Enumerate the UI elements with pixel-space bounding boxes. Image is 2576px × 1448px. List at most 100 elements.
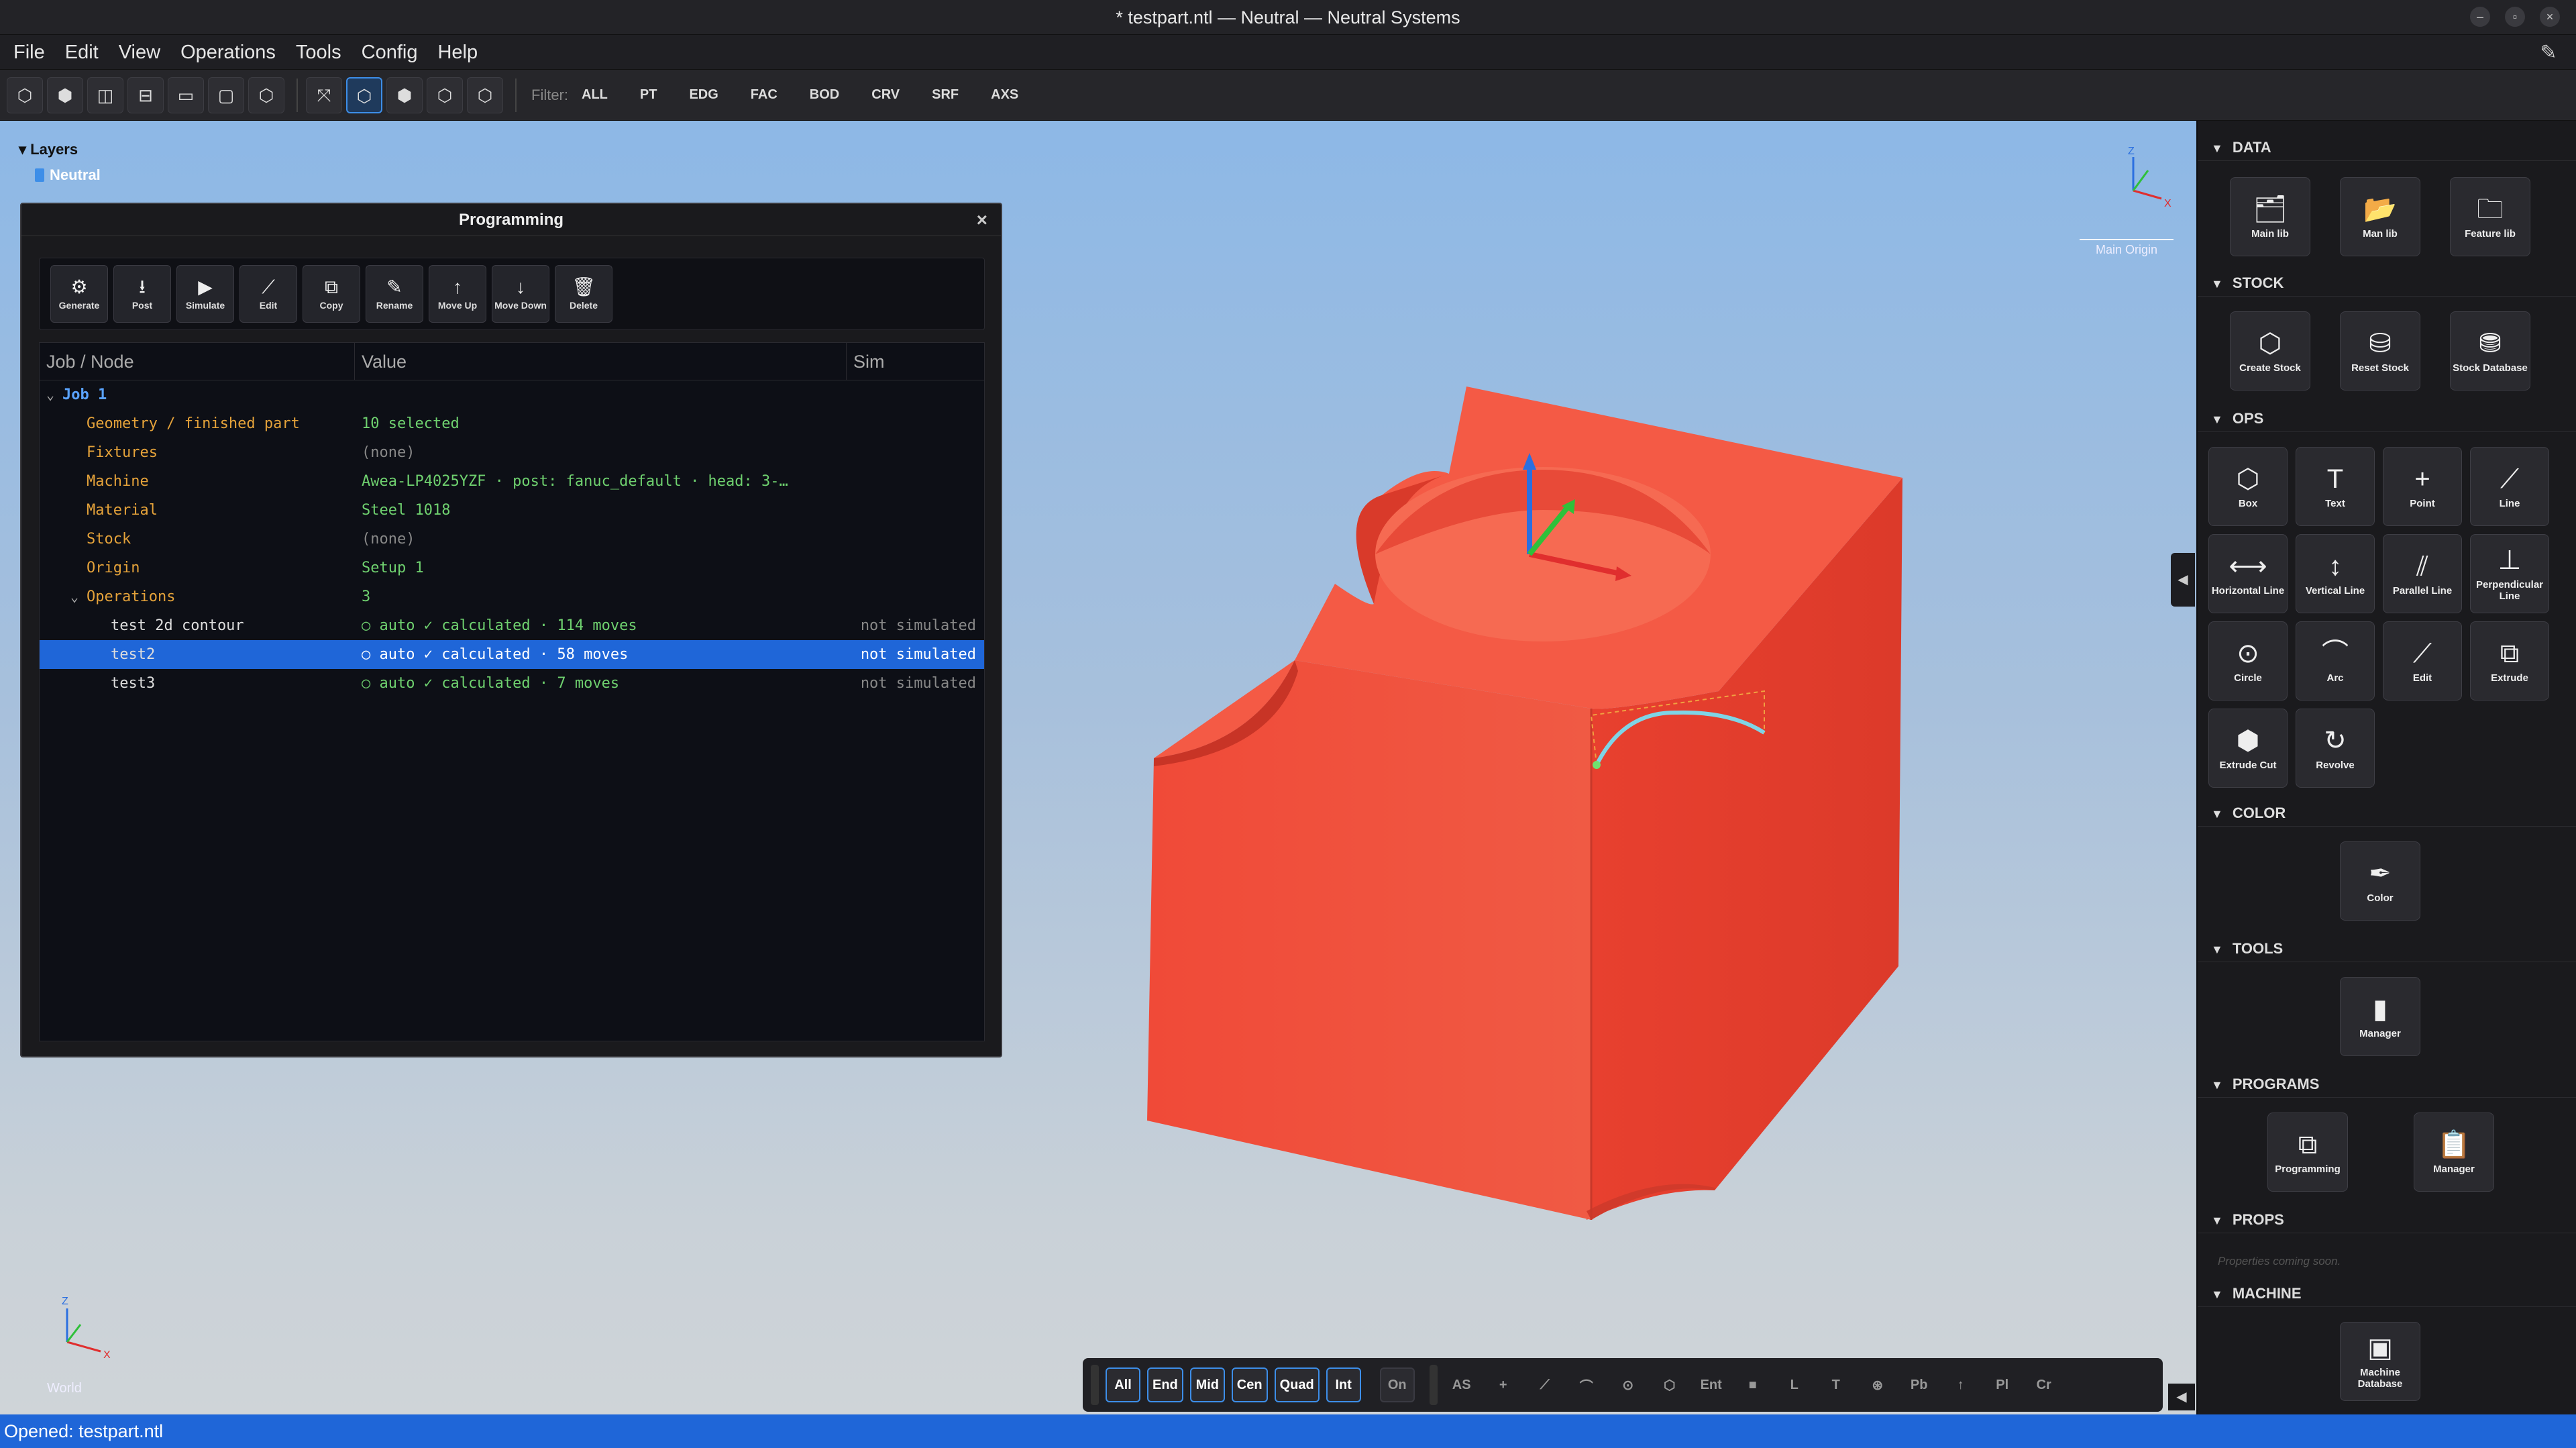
parallel-line-button[interactable]: ⫽ Parallel Line <box>2383 534 2462 613</box>
property-row[interactable]: Stock (none) <box>40 525 984 554</box>
column-value[interactable]: Value <box>355 342 847 380</box>
section-header-data[interactable]: ▼ DATA <box>2198 134 2576 161</box>
view-triad-icon[interactable]: Z X <box>2113 144 2180 217</box>
column-sim[interactable]: Sim <box>847 343 885 380</box>
maximize-button[interactable]: ▫ <box>2505 7 2525 27</box>
edit-button[interactable]: ⟋ Edit <box>239 265 297 323</box>
wire-icon[interactable]: ⬢ <box>386 76 423 113</box>
property-row[interactable]: Origin Setup 1 <box>40 554 984 582</box>
text-button[interactable]: T Text <box>2296 447 2375 526</box>
chevron-down-icon[interactable]: ⌄ <box>70 588 87 605</box>
section-header-stock[interactable]: ▼ STOCK <box>2198 270 2576 297</box>
post-button[interactable]: ⭳ Post <box>113 265 171 323</box>
property-row[interactable]: Machine Awea-LP4025YZF · post: fanuc_defa… <box>40 467 984 496</box>
globe-icon[interactable]: ⊛ <box>1860 1367 1895 1402</box>
filter-pt-button[interactable]: PT <box>640 87 657 103</box>
section-header-programs[interactable]: ▼ PROGRAMS <box>2198 1071 2576 1098</box>
property-row[interactable]: ⌄ Operations 3 <box>40 582 984 611</box>
minimize-button[interactable]: – <box>2470 7 2490 27</box>
filter-crv-button[interactable]: CRV <box>871 87 900 103</box>
job-row[interactable]: ⌄ Job 1 <box>40 380 984 409</box>
hidden-icon[interactable]: ⬡ <box>427 76 463 113</box>
man-lib-button[interactable]: 📂 Man lib <box>2340 177 2420 256</box>
move-up-button[interactable]: ↑ Move Up <box>429 265 486 323</box>
menu-view[interactable]: View <box>119 42 160 64</box>
manager-button[interactable]: ▮ Manager <box>2340 977 2420 1056</box>
section-header-ops[interactable]: ▼ OPS <box>2198 405 2576 432</box>
as-icon[interactable]: AS <box>1444 1367 1479 1402</box>
horizontal-line-button[interactable]: ⟷ Horizontal Line <box>2208 534 2288 613</box>
property-row[interactable]: Material Steel 1018 <box>40 496 984 525</box>
view-front-icon[interactable]: ⬡ <box>7 76 43 113</box>
simulate-button[interactable]: ▶ Simulate <box>176 265 234 323</box>
filter-fac-button[interactable]: FAC <box>751 87 777 103</box>
arc-button[interactable]: ⌒ Arc <box>2296 621 2375 701</box>
edit-button[interactable]: ⟋ Edit <box>2383 621 2462 701</box>
operation-row[interactable]: test2 ○ auto ✓ calculated · 58 moves not s… <box>40 640 984 669</box>
machine-database-button[interactable]: ▣ Machine Database <box>2340 1322 2420 1401</box>
menu-help[interactable]: Help <box>437 42 478 64</box>
cross-icon[interactable]: + <box>1486 1367 1521 1402</box>
view-back-icon[interactable]: ▭ <box>168 76 204 113</box>
vertical-line-button[interactable]: ↕ Vertical Line <box>2296 534 2375 613</box>
close-icon[interactable]: × <box>977 204 987 236</box>
filter-edg-button[interactable]: EDG <box>689 87 718 103</box>
shaded-icon[interactable]: ⬡ <box>346 76 382 113</box>
close-window-button[interactable]: × <box>2540 7 2560 27</box>
layers-title[interactable]: ▾ Layers <box>19 141 101 158</box>
property-row[interactable]: Geometry / finished part 10 selected <box>40 409 984 438</box>
square-icon[interactable]: ■ <box>1735 1367 1770 1402</box>
snap-quad-toggle[interactable]: Quad <box>1274 1367 1320 1402</box>
color-button[interactable]: ✒ Color <box>2340 841 2420 921</box>
expand-icon[interactable]: ◀ <box>2168 1384 2195 1410</box>
rename-button[interactable]: ✎ Rename <box>366 265 423 323</box>
reset-stock-button[interactable]: ⛁ Reset Stock <box>2340 311 2420 391</box>
view-top-icon[interactable]: ⬢ <box>47 76 83 113</box>
operation-row[interactable]: test3 ○ auto ✓ calculated · 7 moves not si… <box>40 669 984 698</box>
programming-header[interactable]: Programming × <box>21 204 1001 236</box>
snap-int-toggle[interactable]: Int <box>1326 1367 1361 1402</box>
menu-file[interactable]: File <box>13 42 45 64</box>
programming-button[interactable]: ⧉ Programming <box>2267 1113 2348 1192</box>
view-left-icon[interactable]: ⊟ <box>127 76 164 113</box>
view-bottom-icon[interactable]: ▢ <box>208 76 244 113</box>
box-button[interactable]: ⬡ Box <box>2208 447 2288 526</box>
arc-snap-icon[interactable]: ⌒ <box>1569 1367 1604 1402</box>
section-header-machine[interactable]: ▼ MACHINE <box>2198 1280 2576 1307</box>
operation-row[interactable]: test 2d contour ○ auto ✓ calculated · 114… <box>40 611 984 640</box>
cr-icon[interactable]: Cr <box>2027 1367 2061 1402</box>
t-icon[interactable]: T <box>1819 1367 1854 1402</box>
point-button[interactable]: + Point <box>2383 447 2462 526</box>
line-button[interactable]: ⟋ Line <box>2470 447 2549 526</box>
view-right-icon[interactable]: ⬡ <box>248 76 284 113</box>
line-snap-icon[interactable]: ⟋ <box>1527 1367 1562 1402</box>
pl-icon[interactable]: Pl <box>1985 1367 2020 1402</box>
main-lib-button[interactable]: 🗂 Main lib <box>2230 177 2310 256</box>
snap-mid-toggle[interactable]: Mid <box>1189 1367 1225 1402</box>
extrude-button[interactable]: ⧉ Extrude <box>2470 621 2549 701</box>
filter-axs-button[interactable]: AXS <box>991 87 1018 103</box>
section-header-props[interactable]: ▼ PROPS <box>2198 1206 2576 1233</box>
snap-grip[interactable] <box>1429 1365 1438 1405</box>
edges-icon[interactable]: ⬡ <box>467 76 503 113</box>
property-row[interactable]: Fixtures (none) <box>40 438 984 467</box>
pb-icon[interactable]: Pb <box>1902 1367 1937 1402</box>
section-header-tools[interactable]: ▼ TOOLS <box>2198 935 2576 962</box>
manager-button[interactable]: 📋 Manager <box>2414 1113 2494 1192</box>
filter-srf-button[interactable]: SRF <box>932 87 959 103</box>
perpendicular-line-button[interactable]: ⊥ Perpendicular Line <box>2470 534 2549 613</box>
box-snap-icon[interactable]: ⬡ <box>1652 1367 1687 1402</box>
copy-button[interactable]: ⧉ Copy <box>303 265 360 323</box>
view-iso-icon[interactable]: ◫ <box>87 76 123 113</box>
fit-icon[interactable]: ⤧ <box>306 76 342 113</box>
stock-database-button[interactable]: ⛃ Stock Database <box>2450 311 2530 391</box>
l-icon[interactable]: L <box>1777 1367 1812 1402</box>
circle-button[interactable]: ⊙ Circle <box>2208 621 2288 701</box>
column-job-node[interactable]: Job / Node <box>40 342 355 380</box>
move-down-button[interactable]: ↓ Move Down <box>492 265 549 323</box>
up-icon[interactable]: ↑ <box>1943 1367 1978 1402</box>
menu-config[interactable]: Config <box>362 42 418 64</box>
pen-icon[interactable]: ✎ <box>2534 39 2563 67</box>
section-header-color[interactable]: ▼ COLOR <box>2198 800 2576 827</box>
layer-item-neutral[interactable]: Neutral <box>35 166 101 184</box>
